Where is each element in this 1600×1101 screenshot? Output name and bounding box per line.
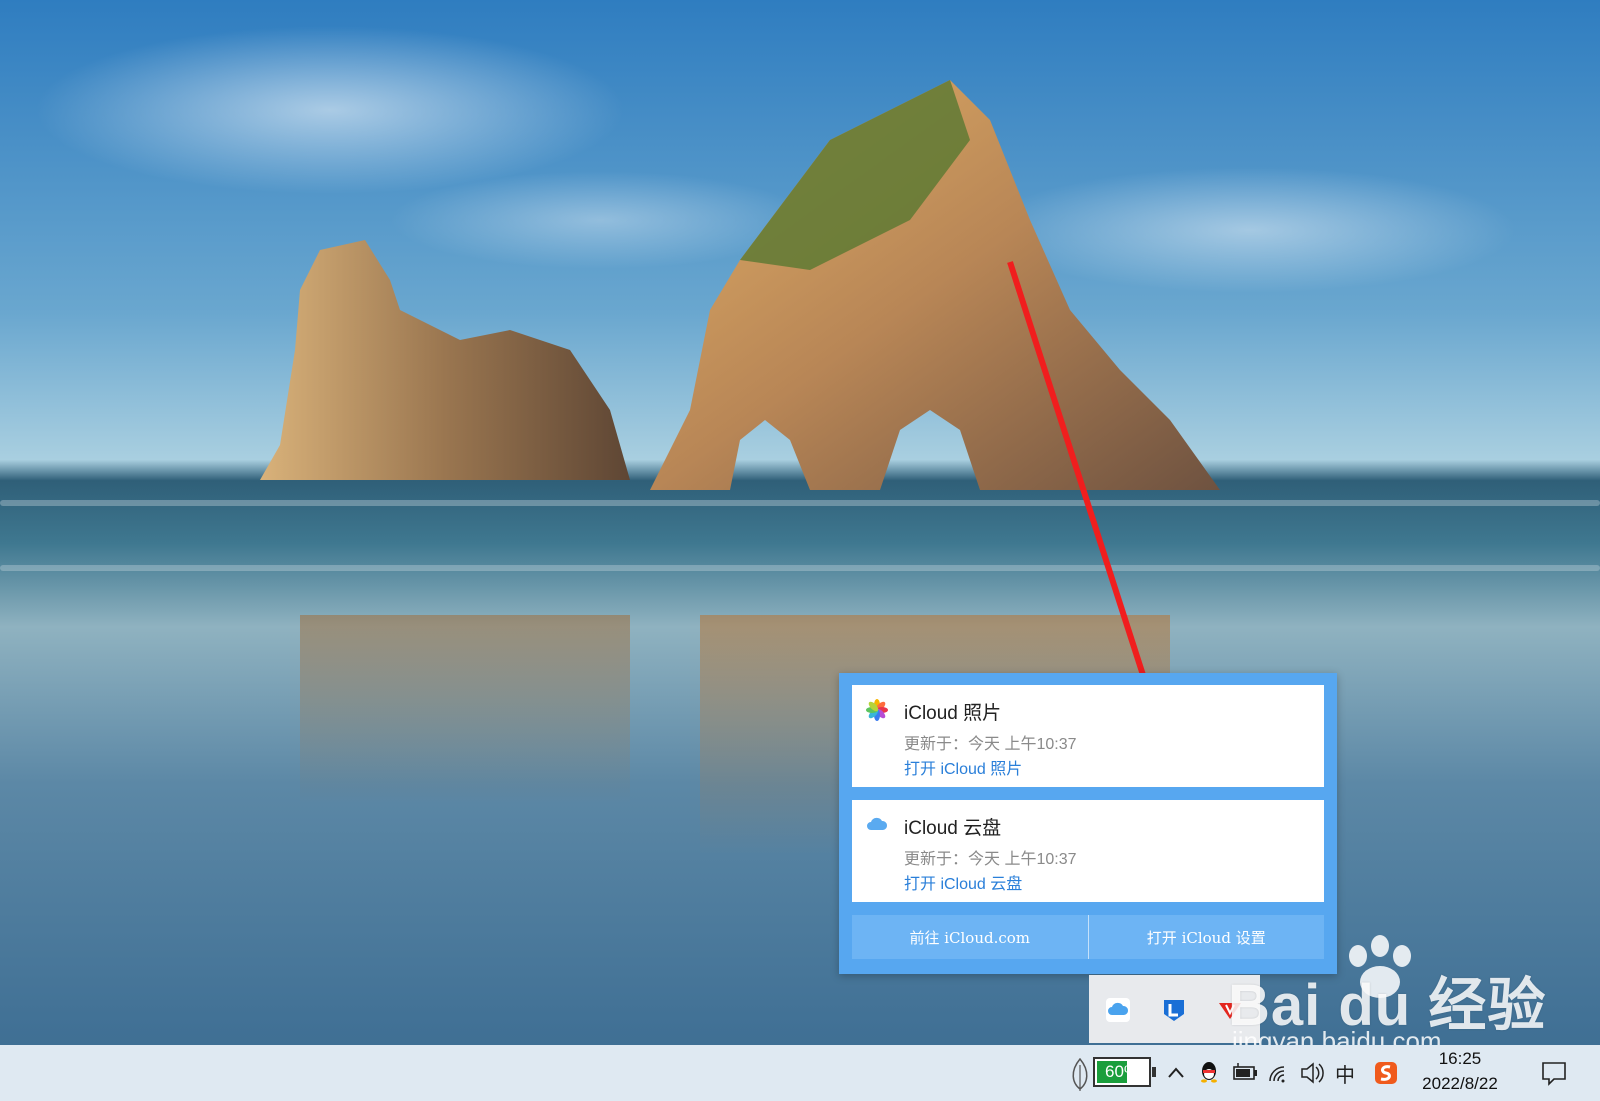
- clock-time: 16:25: [1438, 1049, 1482, 1068]
- wallpaper-wave: [0, 565, 1600, 571]
- card-updated-time: 更新于：今天 上午10:37: [904, 736, 1077, 753]
- flyout-button-bar: 前往 iCloud.com 打开 iCloud 设置: [852, 915, 1324, 959]
- battery-percent: 60%: [1104, 1062, 1140, 1081]
- icloud-drive-card: iCloud 云盘 更新于：今天 上午10:37 打开 iCloud 云盘: [852, 800, 1324, 902]
- go-icloud-com-button[interactable]: 前往 iCloud.com: [852, 915, 1088, 959]
- leaf-icon[interactable]: [1066, 1045, 1094, 1101]
- photos-icon: [866, 699, 888, 721]
- qq-icon[interactable]: [1196, 1045, 1222, 1101]
- wallpaper-reflection: [300, 615, 630, 805]
- icloud-icon[interactable]: [1105, 997, 1131, 1023]
- wallpaper-wave: [0, 500, 1600, 506]
- battery-indicator[interactable]: 60%: [1093, 1057, 1156, 1087]
- card-title: iCloud 云盘: [904, 818, 1002, 839]
- clock-date: 2022/8/22: [1422, 1074, 1498, 1093]
- open-icloud-drive-link[interactable]: 打开 iCloud 云盘: [904, 870, 1022, 894]
- wifi-icon[interactable]: [1266, 1045, 1294, 1101]
- wallpaper-rock-left: [260, 240, 630, 480]
- card-updated-time: 更新于：今天 上午10:37: [904, 851, 1077, 868]
- icloud-drive-icon: [867, 817, 888, 830]
- battery-plug-icon[interactable]: [1230, 1045, 1260, 1101]
- open-icloud-settings-button[interactable]: 打开 iCloud 设置: [1089, 915, 1325, 959]
- card-title: iCloud 照片: [904, 703, 1002, 724]
- taskbar: 中: [0, 1045, 1600, 1101]
- desktop-wallpaper: [0, 0, 1600, 1045]
- open-icloud-photos-link[interactable]: 打开 iCloud 照片: [904, 755, 1022, 779]
- ime-indicator[interactable]: 中: [1330, 1045, 1360, 1101]
- wallpaper-rock-right: [650, 80, 1220, 490]
- icloud-flyout: iCloud 照片 更新于：今天 上午10:37 打开 iCloud 照片 iC…: [839, 673, 1337, 974]
- volume-icon[interactable]: [1298, 1045, 1326, 1101]
- taskbar-clock[interactable]: 16:25 2022/8/22: [1410, 1047, 1510, 1097]
- notification-icon[interactable]: [1536, 1045, 1572, 1101]
- chat-bubble-icon: [1542, 1062, 1566, 1086]
- chevron-up-icon[interactable]: [1163, 1045, 1189, 1101]
- lenovo-icon[interactable]: [1161, 997, 1187, 1023]
- icloud-photos-card: iCloud 照片 更新于：今天 上午10:37 打开 iCloud 照片: [852, 685, 1324, 787]
- battery-nub: [1152, 1067, 1156, 1077]
- sogou-icon[interactable]: [1372, 1045, 1400, 1101]
